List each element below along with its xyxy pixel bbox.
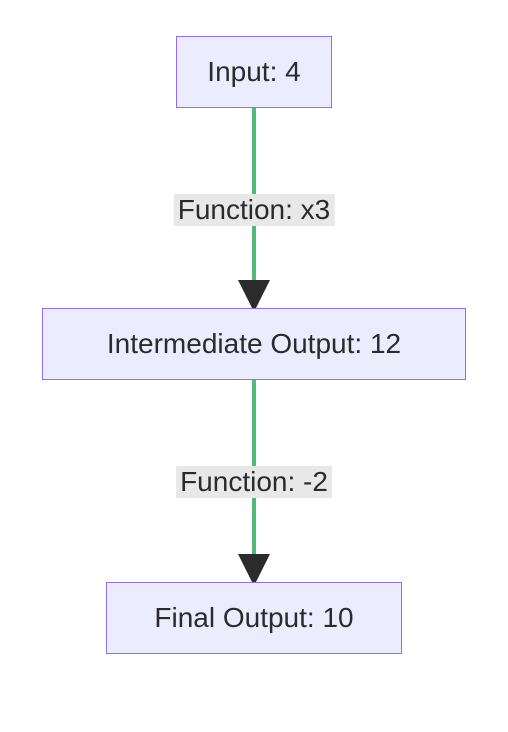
node-intermediate: Intermediate Output: 12 [42,308,466,380]
edge-label-2: Function: -2 [176,466,332,498]
node-input-label: Input: 4 [207,56,300,88]
node-final: Final Output: 10 [106,582,402,654]
node-final-label: Final Output: 10 [154,602,353,634]
node-intermediate-label: Intermediate Output: 12 [107,328,401,360]
node-input: Input: 4 [176,36,332,108]
edge-label-1: Function: x3 [174,194,335,226]
flowchart-canvas: Input: 4 Intermediate Output: 12 Final O… [0,0,508,732]
